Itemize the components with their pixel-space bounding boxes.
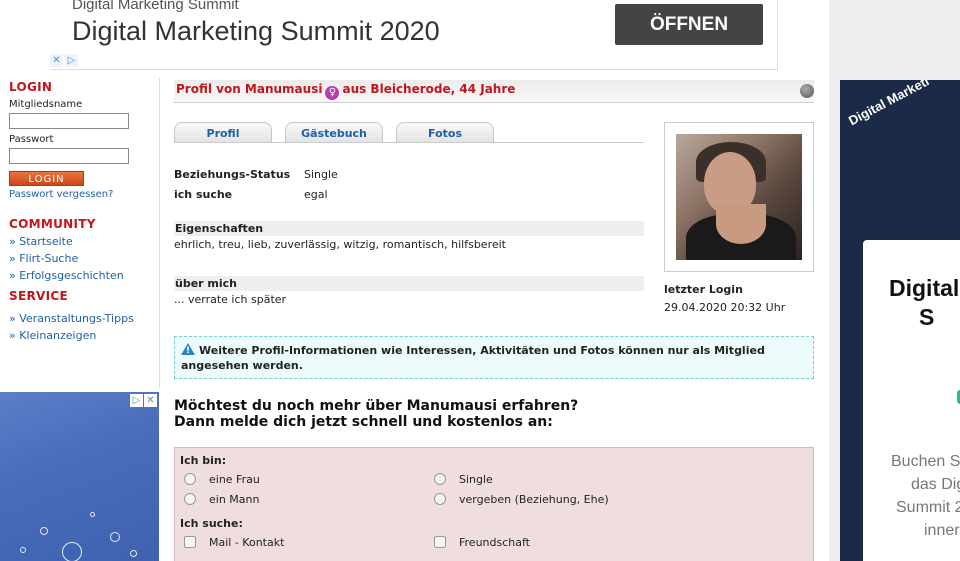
right-ad-card-title: Digital S — [889, 275, 960, 330]
bubble-decoration — [20, 547, 26, 553]
nav-startseite[interactable]: » Startseite — [9, 235, 159, 248]
option-label: vergeben (Beziehung, Ehe) — [459, 492, 609, 506]
seeking-value: egal — [304, 187, 328, 201]
profile-title-name: Profil von Manumausi — [176, 82, 323, 96]
traits-heading: Eigenschaften — [174, 221, 644, 236]
about-value: ... verrate ich später — [174, 293, 287, 306]
signup-form: Ich bin: eine Frau ein Mann Single verge… — [174, 447, 814, 561]
top-ad-banner[interactable]: Digital Marketing Summit Digital Marketi… — [50, 0, 778, 70]
about-section: über mich ... verrate ich später — [174, 276, 644, 306]
bubble-decoration — [130, 550, 137, 557]
radio-button[interactable] — [184, 473, 196, 485]
ad-subtitle: Digital Marketing Summit — [72, 0, 239, 13]
female-icon: ♀ — [325, 86, 340, 100]
seeking-label: ich suche — [174, 187, 233, 201]
cta-line-2: Dann melde dich jetzt schnell und kosten… — [174, 414, 553, 430]
radio-button[interactable] — [434, 473, 446, 485]
iam-options: eine Frau ein Mann Single vergeben (Bezi… — [180, 469, 808, 509]
bubble-decoration — [110, 532, 120, 542]
profile-tabs: Profil Gästebuch Fotos — [174, 122, 494, 143]
ad-close-icon[interactable]: ✕ — [50, 54, 63, 67]
bubble-decoration — [90, 512, 95, 517]
password-input[interactable] — [9, 148, 129, 164]
relationship-label: Beziehungs-Status — [174, 167, 291, 181]
tab-fotos[interactable]: Fotos — [396, 122, 494, 143]
option-vergeben[interactable]: vergeben (Beziehung, Ehe) — [430, 489, 680, 509]
about-heading: über mich — [174, 276, 644, 291]
right-ad-card-desc: Buchen S das Dig Summit 2 inner — [891, 453, 960, 539]
seek-heading: Ich suche: — [180, 517, 243, 530]
cta-line-1: Möchtest du noch mehr über Manumausi erf… — [174, 398, 579, 414]
left-sidebar: LOGIN Mitgliedsname Passwort LOGIN Passw… — [0, 78, 160, 388]
nav-kleinanzeigen[interactable]: » Kleinanzeigen — [9, 329, 159, 342]
profile-info: Beziehungs-Status Single ich suche egal — [174, 164, 644, 204]
nav-flirt-suche[interactable]: » Flirt-Suche — [9, 252, 159, 265]
ad-info-icon[interactable]: ▷ — [130, 394, 143, 407]
option-ein-mann[interactable]: ein Mann — [180, 489, 430, 509]
community-heading: COMMUNITY — [9, 217, 96, 231]
profile-photo[interactable] — [676, 134, 802, 260]
right-ad-diagonal-text: Digital Marketi — [846, 80, 932, 129]
member-name-label: Mitgliedsname — [9, 99, 83, 110]
left-ad-choices[interactable]: ▷ ✕ — [130, 394, 157, 407]
option-label: ein Mann — [209, 492, 260, 506]
left-ad-banner[interactable]: ▷ ✕ — [0, 392, 159, 561]
login-button[interactable]: LOGIN — [9, 171, 84, 186]
profile-title-bar: Profil von Manumausi ♀ aus Bleicherode, 44… — [174, 80, 814, 103]
info-icon — [181, 343, 195, 359]
option-label: Freundschaft — [459, 535, 530, 549]
radio-button[interactable] — [184, 493, 196, 505]
relationship-value: Single — [304, 167, 338, 181]
notice-text: Weitere Profil-Informationen wie Interes… — [181, 344, 765, 372]
option-label: Single — [459, 472, 493, 486]
checkbox[interactable] — [434, 536, 446, 548]
online-status-icon — [800, 84, 814, 98]
tab-divider — [174, 142, 644, 143]
seek-options: Mail - Kontakt Freundschaft — [180, 532, 808, 552]
ad-choices[interactable]: ✕ ▷ — [50, 54, 78, 67]
last-login-value: 29.04.2020 20:32 Uhr — [664, 301, 786, 314]
member-notice: Weitere Profil-Informationen wie Interes… — [174, 336, 814, 379]
traits-section: Eigenschaften ehrlich, treu, lieb, zuver… — [174, 221, 644, 251]
ad-title: Digital Marketing Summit 2020 — [72, 16, 440, 46]
right-ad-banner[interactable]: Digital Marketi Digital S Buchen S das Di… — [840, 80, 960, 561]
nav-erfolgsgeschichten[interactable]: » Erfolgsgeschichten — [9, 269, 159, 282]
last-login: letzter Login 29.04.2020 20:32 Uhr — [664, 283, 785, 314]
profile-title: Profil von Manumausi ♀ aus Bleicherode, 44… — [176, 82, 515, 100]
radio-button[interactable] — [434, 493, 446, 505]
ad-info-icon[interactable]: ▷ — [65, 54, 78, 67]
password-label: Passwort — [9, 134, 54, 145]
seeking-row: ich suche egal — [174, 184, 644, 204]
checkbox[interactable] — [184, 536, 196, 548]
option-single[interactable]: Single — [430, 469, 680, 489]
option-label: eine Frau — [209, 472, 260, 486]
nav-veranstaltungs-tipps[interactable]: » Veranstaltungs-Tipps — [9, 312, 159, 325]
bubble-decoration — [62, 542, 82, 561]
option-freundschaft[interactable]: Freundschaft — [430, 532, 680, 552]
relationship-row: Beziehungs-Status Single — [174, 164, 644, 184]
ad-open-button[interactable]: ÖFFNEN — [615, 4, 763, 45]
ad-close-icon[interactable]: ✕ — [144, 394, 157, 407]
service-heading: SERVICE — [9, 289, 68, 303]
main-content: Profil von Manumausi ♀ aus Bleicherode, 44… — [174, 80, 814, 561]
tab-gaestebuch[interactable]: Gästebuch — [285, 122, 383, 143]
iam-heading: Ich bin: — [180, 454, 227, 467]
bubble-decoration — [40, 527, 48, 535]
option-mail-kontakt[interactable]: Mail - Kontakt — [180, 532, 430, 552]
traits-value: ehrlich, treu, lieb, zuverlässig, witzig… — [174, 238, 506, 251]
member-name-input[interactable] — [9, 113, 129, 129]
option-eine-frau[interactable]: eine Frau — [180, 469, 430, 489]
tab-profil[interactable]: Profil — [174, 122, 272, 143]
forgot-password-link[interactable]: Passwort vergessen? — [9, 189, 159, 200]
signup-cta: Möchtest du noch mehr über Manumausi erf… — [174, 398, 578, 430]
right-ad-card: Digital S Buchen S das Dig Summit 2 inner — [863, 240, 960, 561]
login-heading: LOGIN — [9, 80, 53, 94]
profile-title-location: aus Bleicherode, 44 Jahre — [342, 82, 516, 96]
profile-photo-frame[interactable] — [664, 122, 814, 272]
last-login-label: letzter Login — [664, 283, 743, 296]
option-label: Mail - Kontakt — [209, 535, 285, 549]
